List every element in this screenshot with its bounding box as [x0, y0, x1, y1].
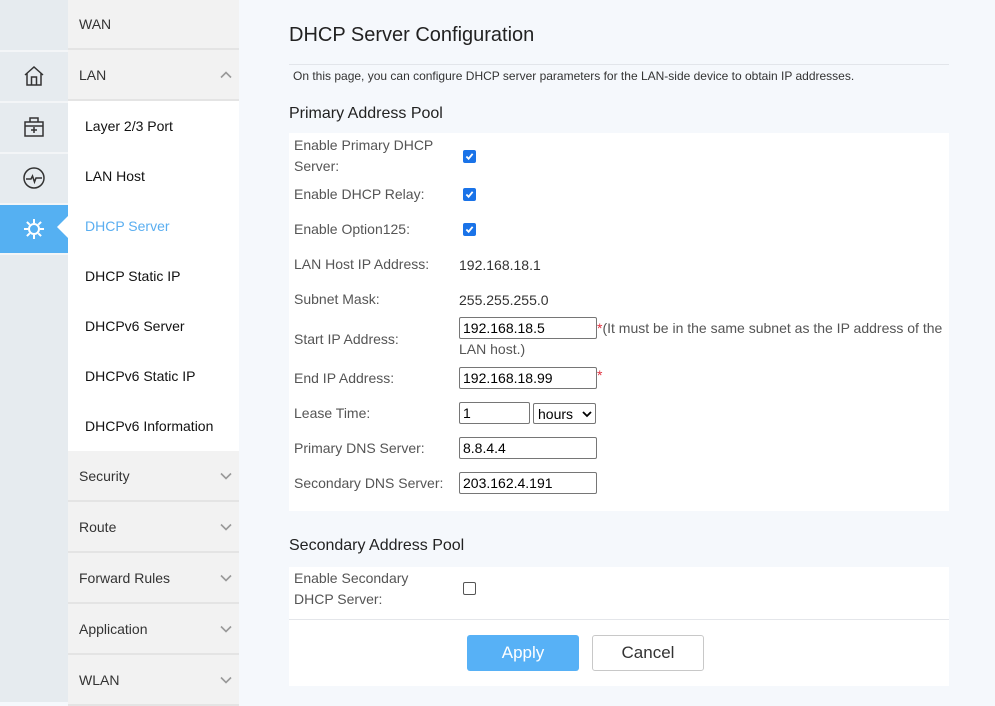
rail-blank: [0, 0, 68, 48]
menu-group-label: WLAN: [79, 671, 120, 688]
enable-primary-checkbox[interactable]: [463, 150, 476, 163]
menu-group-forward-rules[interactable]: Forward Rules: [68, 553, 239, 604]
chevron-down-icon: [582, 410, 592, 417]
subnet-mask-value: 255.255.255.0: [459, 292, 549, 308]
activity-icon: [23, 167, 45, 189]
enable-relay-checkbox[interactable]: [463, 188, 476, 201]
subnet-mask-label: Subnet Mask:: [294, 291, 380, 307]
icon-rail: [0, 0, 68, 702]
menu-item-lan-host[interactable]: LAN Host: [68, 151, 239, 201]
chevron-up-icon: [220, 70, 232, 78]
menu-group-label: LAN: [79, 66, 107, 83]
rail-toolbox-button[interactable]: [0, 101, 68, 151]
lan-host-ip-value: 192.168.18.1: [459, 257, 541, 273]
enable-secondary-label: Enable Secondary DHCP Server:: [294, 570, 409, 607]
lease-unit-select[interactable]: hours: [533, 403, 596, 424]
enable-option125-label: Enable Option125:: [294, 221, 410, 237]
end-ip-input[interactable]: [459, 367, 597, 389]
menu-group-security[interactable]: Security: [68, 451, 239, 502]
primary-pool-box: Enable Primary DHCP Server: Enable DHCP …: [289, 133, 949, 511]
chevron-down-icon: [220, 676, 232, 684]
chevron-down-icon: [220, 472, 232, 480]
required-mark: *: [597, 367, 603, 383]
dns1-label: Primary DNS Server:: [294, 440, 425, 456]
start-ip-label: Start IP Address:: [294, 331, 399, 347]
menu-item-dhcpv6-information[interactable]: DHCPv6 Information: [68, 401, 239, 451]
lan-host-ip-label: LAN Host IP Address:: [294, 256, 430, 272]
menu-item-dhcp-static-ip[interactable]: DHCP Static IP: [68, 251, 239, 301]
chevron-down-icon: [220, 574, 232, 582]
menu-group-route[interactable]: Route: [68, 502, 239, 553]
home-icon: [24, 65, 44, 86]
menu-group-application[interactable]: Application: [68, 604, 239, 655]
chevron-down-icon: [220, 523, 232, 531]
dns2-input[interactable]: [459, 472, 597, 494]
check-icon: [465, 226, 474, 234]
menu-group-wan[interactable]: WAN: [68, 0, 239, 50]
check-icon: [465, 153, 474, 161]
toolbox-icon: [24, 117, 44, 137]
dns1-input[interactable]: [459, 437, 597, 459]
rail-home-button[interactable]: [0, 50, 68, 100]
end-ip-label: End IP Address:: [294, 370, 395, 386]
start-ip-note: *(It must be in the same subnet as the I…: [459, 318, 949, 360]
lease-unit-value: hours: [538, 405, 574, 422]
menu-group-label: Route: [79, 518, 117, 535]
gear-icon: [24, 219, 44, 239]
menu-group-wlan[interactable]: WLAN: [68, 655, 239, 706]
menu-group-label: Security: [79, 467, 130, 484]
menu-group-label: Application: [79, 620, 148, 637]
primary-pool-title: Primary Address Pool: [289, 105, 443, 122]
menu-group-label: WAN: [79, 16, 112, 32]
page-description: On this page, you can configure DHCP ser…: [293, 69, 855, 83]
enable-option125-checkbox[interactable]: [463, 223, 476, 236]
apply-button[interactable]: Apply: [467, 635, 579, 671]
submenu: WAN LAN Layer 2/3 Port LAN Host DHCP Ser…: [68, 0, 239, 706]
enable-secondary-checkbox[interactable]: [463, 582, 476, 595]
page-title: DHCP Server Configuration: [289, 24, 535, 46]
menu-item-dhcp-server[interactable]: DHCP Server: [68, 201, 239, 251]
menu-group-label: Forward Rules: [79, 569, 171, 586]
rail-activity-button[interactable]: [0, 152, 68, 202]
enable-primary-label: Enable Primary DHCP Server:: [294, 137, 434, 174]
divider: [289, 619, 949, 620]
check-icon: [465, 191, 474, 199]
lease-time-input[interactable]: [459, 402, 530, 424]
active-pointer: [57, 216, 68, 238]
start-ip-hint: (It must be in the same subnet as the IP…: [459, 320, 943, 357]
menu-item-layer23-port[interactable]: Layer 2/3 Port: [68, 101, 239, 151]
cancel-button[interactable]: Cancel: [592, 635, 704, 671]
enable-relay-label: Enable DHCP Relay:: [294, 186, 425, 202]
secondary-pool-title: Secondary Address Pool: [289, 537, 465, 554]
menu-item-dhcpv6-server[interactable]: DHCPv6 Server: [68, 301, 239, 351]
menu-item-dhcpv6-static-ip[interactable]: DHCPv6 Static IP: [68, 351, 239, 401]
dns2-label: Secondary DNS Server:: [294, 475, 444, 491]
chevron-down-icon: [220, 625, 232, 633]
lease-time-label: Lease Time:: [294, 405, 371, 421]
menu-group-lan[interactable]: LAN: [68, 50, 239, 101]
divider: [289, 64, 949, 65]
